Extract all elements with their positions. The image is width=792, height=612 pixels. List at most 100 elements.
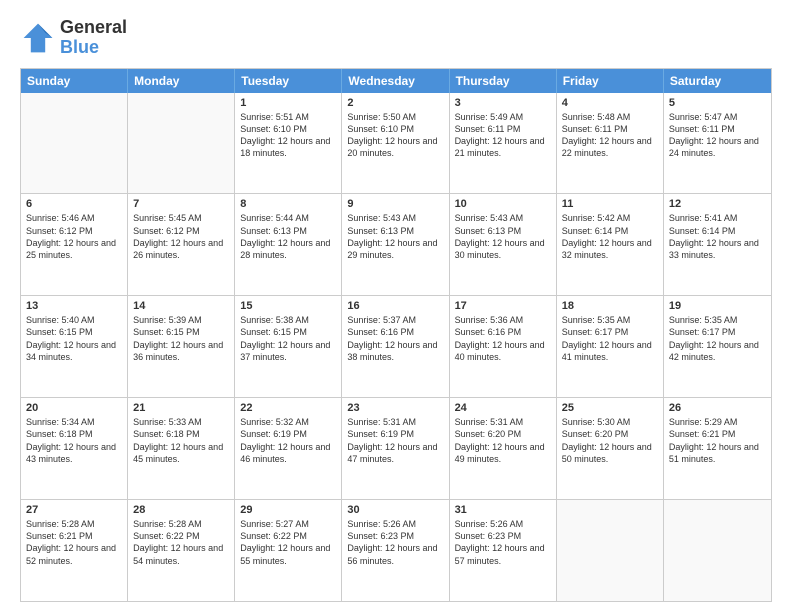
day-number: 9	[347, 198, 443, 210]
day-number: 20	[26, 402, 122, 414]
logo-text: General Blue	[60, 18, 127, 58]
calendar-cell: 4 Sunrise: 5:48 AM Sunset: 6:11 PM Daylig…	[557, 93, 664, 194]
calendar-cell: 5 Sunrise: 5:47 AM Sunset: 6:11 PM Daylig…	[664, 93, 771, 194]
calendar-cell: 25 Sunrise: 5:30 AM Sunset: 6:20 PM Dayli…	[557, 398, 664, 499]
day-number: 2	[347, 97, 443, 109]
calendar-cell: 8 Sunrise: 5:44 AM Sunset: 6:13 PM Daylig…	[235, 194, 342, 295]
day-info: Sunrise: 5:26 AM Sunset: 6:23 PM Dayligh…	[455, 518, 551, 567]
day-info: Sunrise: 5:32 AM Sunset: 6:19 PM Dayligh…	[240, 416, 336, 465]
calendar-cell: 29Sunrise: 5:27 AM Sunset: 6:22 PM Dayli…	[235, 500, 342, 601]
calendar-row-2: 6 Sunrise: 5:46 AM Sunset: 6:12 PM Daylig…	[21, 193, 771, 295]
calendar-cell: 12 Sunrise: 5:41 AM Sunset: 6:14 PM Dayli…	[664, 194, 771, 295]
calendar-cell: 11 Sunrise: 5:42 AM Sunset: 6:14 PM Dayli…	[557, 194, 664, 295]
calendar-cell: 27 Sunrise: 5:28 AM Sunset: 6:21 PM Dayli…	[21, 500, 128, 601]
day-info: Sunrise: 5:31 AM Sunset: 6:20 PM Dayligh…	[455, 416, 551, 465]
day-number: 16	[347, 300, 443, 312]
calendar: SundayMondayTuesdayWednesdayThursdayFrid…	[20, 68, 772, 602]
day-number: 4	[562, 97, 658, 109]
day-info: Sunrise: 5:26 AM Sunset: 6:23 PM Dayligh…	[347, 518, 443, 567]
day-info: Sunrise: 5:37 AM Sunset: 6:16 PM Dayligh…	[347, 314, 443, 363]
day-number: 31	[455, 504, 551, 516]
day-info: Sunrise: 5:38 AM Sunset: 6:15 PM Dayligh…	[240, 314, 336, 363]
day-info: Sunrise: 5:48 AM Sunset: 6:11 PM Dayligh…	[562, 111, 658, 160]
calendar-cell: 24 Sunrise: 5:31 AM Sunset: 6:20 PM Dayli…	[450, 398, 557, 499]
day-info: Sunrise: 5:47 AM Sunset: 6:11 PM Dayligh…	[669, 111, 766, 160]
calendar-cell: 22 Sunrise: 5:32 AM Sunset: 6:19 PM Dayli…	[235, 398, 342, 499]
calendar-cell	[21, 93, 128, 194]
calendar-row-5: 27 Sunrise: 5:28 AM Sunset: 6:21 PM Dayli…	[21, 499, 771, 601]
day-info: Sunrise: 5:50 AM Sunset: 6:10 PM Dayligh…	[347, 111, 443, 160]
day-number: 25	[562, 402, 658, 414]
calendar-row-4: 20 Sunrise: 5:34 AM Sunset: 6:18 PM Dayli…	[21, 397, 771, 499]
day-number: 21	[133, 402, 229, 414]
calendar-cell: 26Sunrise: 5:29 AM Sunset: 6:21 PM Dayli…	[664, 398, 771, 499]
day-number: 14	[133, 300, 229, 312]
calendar-cell: 15Sunrise: 5:38 AM Sunset: 6:15 PM Dayli…	[235, 296, 342, 397]
day-info: Sunrise: 5:41 AM Sunset: 6:14 PM Dayligh…	[669, 212, 766, 261]
day-info: Sunrise: 5:30 AM Sunset: 6:20 PM Dayligh…	[562, 416, 658, 465]
day-info: Sunrise: 5:43 AM Sunset: 6:13 PM Dayligh…	[455, 212, 551, 261]
calendar-cell: 18Sunrise: 5:35 AM Sunset: 6:17 PM Dayli…	[557, 296, 664, 397]
day-info: Sunrise: 5:49 AM Sunset: 6:11 PM Dayligh…	[455, 111, 551, 160]
calendar-row-1: 1 Sunrise: 5:51 AM Sunset: 6:10 PM Daylig…	[21, 93, 771, 194]
logo: General Blue	[20, 18, 127, 58]
day-number: 10	[455, 198, 551, 210]
day-number: 27	[26, 504, 122, 516]
day-info: Sunrise: 5:40 AM Sunset: 6:15 PM Dayligh…	[26, 314, 122, 363]
header-day-tuesday: Tuesday	[235, 69, 342, 93]
day-info: Sunrise: 5:44 AM Sunset: 6:13 PM Dayligh…	[240, 212, 336, 261]
day-info: Sunrise: 5:33 AM Sunset: 6:18 PM Dayligh…	[133, 416, 229, 465]
day-number: 12	[669, 198, 766, 210]
day-info: Sunrise: 5:28 AM Sunset: 6:21 PM Dayligh…	[26, 518, 122, 567]
calendar-cell: 2 Sunrise: 5:50 AM Sunset: 6:10 PM Daylig…	[342, 93, 449, 194]
day-number: 26	[669, 402, 766, 414]
day-number: 1	[240, 97, 336, 109]
calendar-body: 1 Sunrise: 5:51 AM Sunset: 6:10 PM Daylig…	[21, 93, 771, 601]
day-info: Sunrise: 5:34 AM Sunset: 6:18 PM Dayligh…	[26, 416, 122, 465]
day-number: 11	[562, 198, 658, 210]
calendar-cell	[557, 500, 664, 601]
day-info: Sunrise: 5:35 AM Sunset: 6:17 PM Dayligh…	[669, 314, 766, 363]
calendar-cell: 19 Sunrise: 5:35 AM Sunset: 6:17 PM Dayli…	[664, 296, 771, 397]
header-day-saturday: Saturday	[664, 69, 771, 93]
day-number: 8	[240, 198, 336, 210]
day-info: Sunrise: 5:35 AM Sunset: 6:17 PM Dayligh…	[562, 314, 658, 363]
day-number: 28	[133, 504, 229, 516]
header-day-monday: Monday	[128, 69, 235, 93]
header-day-thursday: Thursday	[450, 69, 557, 93]
day-info: Sunrise: 5:39 AM Sunset: 6:15 PM Dayligh…	[133, 314, 229, 363]
calendar-cell: 28 Sunrise: 5:28 AM Sunset: 6:22 PM Dayli…	[128, 500, 235, 601]
day-number: 22	[240, 402, 336, 414]
day-info: Sunrise: 5:42 AM Sunset: 6:14 PM Dayligh…	[562, 212, 658, 261]
calendar-cell: 17Sunrise: 5:36 AM Sunset: 6:16 PM Dayli…	[450, 296, 557, 397]
day-number: 13	[26, 300, 122, 312]
page: General Blue SundayMondayTuesdayWednesda…	[0, 0, 792, 612]
day-number: 23	[347, 402, 443, 414]
calendar-cell: 3Sunrise: 5:49 AM Sunset: 6:11 PM Daylig…	[450, 93, 557, 194]
header-day-friday: Friday	[557, 69, 664, 93]
day-number: 19	[669, 300, 766, 312]
calendar-cell: 9 Sunrise: 5:43 AM Sunset: 6:13 PM Daylig…	[342, 194, 449, 295]
day-number: 24	[455, 402, 551, 414]
calendar-cell: 23Sunrise: 5:31 AM Sunset: 6:19 PM Dayli…	[342, 398, 449, 499]
calendar-cell: 13 Sunrise: 5:40 AM Sunset: 6:15 PM Dayli…	[21, 296, 128, 397]
calendar-cell: 21 Sunrise: 5:33 AM Sunset: 6:18 PM Dayli…	[128, 398, 235, 499]
day-number: 7	[133, 198, 229, 210]
day-number: 30	[347, 504, 443, 516]
calendar-cell: 16 Sunrise: 5:37 AM Sunset: 6:16 PM Dayli…	[342, 296, 449, 397]
header-day-wednesday: Wednesday	[342, 69, 449, 93]
calendar-cell: 1 Sunrise: 5:51 AM Sunset: 6:10 PM Daylig…	[235, 93, 342, 194]
day-info: Sunrise: 5:46 AM Sunset: 6:12 PM Dayligh…	[26, 212, 122, 261]
calendar-cell: 31 Sunrise: 5:26 AM Sunset: 6:23 PM Dayli…	[450, 500, 557, 601]
day-number: 5	[669, 97, 766, 109]
day-info: Sunrise: 5:51 AM Sunset: 6:10 PM Dayligh…	[240, 111, 336, 160]
calendar-cell: 30 Sunrise: 5:26 AM Sunset: 6:23 PM Dayli…	[342, 500, 449, 601]
day-info: Sunrise: 5:27 AM Sunset: 6:22 PM Dayligh…	[240, 518, 336, 567]
day-info: Sunrise: 5:28 AM Sunset: 6:22 PM Dayligh…	[133, 518, 229, 567]
calendar-cell: 6 Sunrise: 5:46 AM Sunset: 6:12 PM Daylig…	[21, 194, 128, 295]
header: General Blue	[20, 18, 772, 58]
calendar-cell: 10 Sunrise: 5:43 AM Sunset: 6:13 PM Dayli…	[450, 194, 557, 295]
calendar-cell: 7Sunrise: 5:45 AM Sunset: 6:12 PM Daylig…	[128, 194, 235, 295]
day-number: 6	[26, 198, 122, 210]
day-info: Sunrise: 5:43 AM Sunset: 6:13 PM Dayligh…	[347, 212, 443, 261]
